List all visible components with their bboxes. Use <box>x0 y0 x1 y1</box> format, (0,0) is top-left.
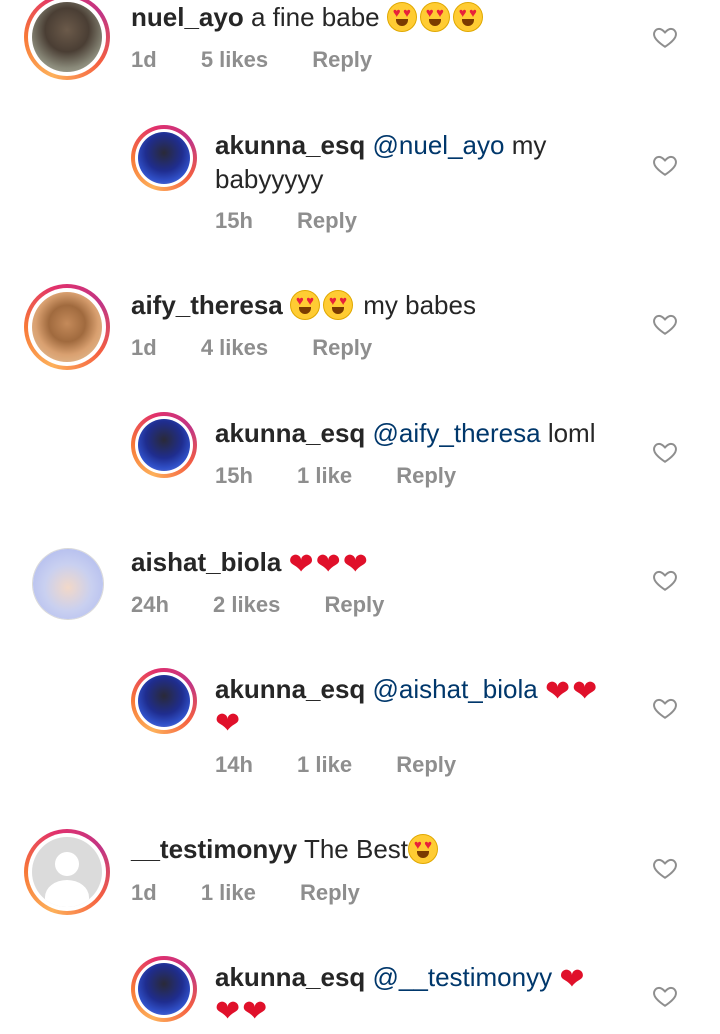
avatar[interactable] <box>131 956 197 1022</box>
red-heart-emoji: ❤ <box>215 707 243 740</box>
comment-time: 1d <box>131 880 157 905</box>
red-heart-emoji: ❤❤ <box>215 995 270 1028</box>
likes-count[interactable]: 4 likes <box>201 335 268 361</box>
like-heart-icon[interactable] <box>652 152 678 178</box>
comment-body: my <box>511 130 547 160</box>
username[interactable]: akunna_esq <box>215 674 365 704</box>
like-heart-icon[interactable] <box>652 855 678 881</box>
like-heart-icon[interactable] <box>652 983 678 1009</box>
heart-eyes-emoji <box>408 834 441 864</box>
mention-link[interactable]: @__testimonyy <box>373 962 553 992</box>
likes-count[interactable]: 5 likes <box>201 47 268 73</box>
reply-button[interactable]: Reply <box>312 47 372 73</box>
comment-time: 15h <box>215 463 253 488</box>
comment-body: my babes <box>363 290 476 320</box>
avatar[interactable] <box>24 0 110 80</box>
like-heart-icon[interactable] <box>652 695 678 721</box>
like-heart-icon[interactable] <box>652 439 678 465</box>
likes-count[interactable]: 2 likes <box>213 592 280 618</box>
avatar[interactable] <box>32 548 104 620</box>
comment-text: nuel_ayo a fine babe <box>131 0 486 34</box>
heart-eyes-emoji <box>290 290 356 320</box>
username[interactable]: aify_theresa <box>131 290 283 320</box>
username[interactable]: nuel_ayo <box>131 2 244 32</box>
username[interactable]: akunna_esq <box>215 130 365 160</box>
avatar[interactable] <box>131 125 197 191</box>
likes-count[interactable]: 1 like <box>201 880 256 906</box>
comment-body: loml <box>547 418 596 448</box>
likes-count[interactable]: 1 like <box>297 463 352 489</box>
avatar[interactable] <box>24 284 110 370</box>
comment-body-line2: babyyyyy <box>215 164 324 194</box>
username[interactable]: akunna_esq <box>215 418 365 448</box>
red-heart-emoji: ❤❤❤ <box>288 548 370 581</box>
reply-button[interactable]: Reply <box>300 880 360 906</box>
comment-time: 1d <box>131 47 157 72</box>
reply-button[interactable]: Reply <box>312 335 372 361</box>
avatar[interactable] <box>131 412 197 478</box>
comment-time: 14h <box>215 752 253 777</box>
avatar[interactable] <box>24 829 110 915</box>
mention-link[interactable]: @aishat_biola <box>373 674 538 704</box>
reply-button[interactable]: Reply <box>297 208 357 234</box>
username[interactable]: aishat_biola <box>131 547 281 577</box>
username[interactable]: akunna_esq <box>215 962 365 992</box>
like-heart-icon[interactable] <box>652 311 678 337</box>
mention-link[interactable]: @aify_theresa <box>373 418 541 448</box>
comment-time: 24h <box>131 592 169 617</box>
comment-body: The Best <box>303 834 409 864</box>
like-heart-icon[interactable] <box>652 24 678 50</box>
mention-link[interactable]: @nuel_ayo <box>373 130 505 160</box>
red-heart-emoji: ❤ <box>559 963 587 996</box>
reply-button[interactable]: Reply <box>396 463 456 489</box>
like-heart-icon[interactable] <box>652 567 678 593</box>
red-heart-emoji: ❤❤ <box>544 675 600 708</box>
reply-button[interactable]: Reply <box>396 752 456 778</box>
comment-time: 15h <box>215 208 253 233</box>
comment-time: 1d <box>131 335 157 360</box>
comment-body: a fine babe <box>250 2 380 32</box>
username[interactable]: __testimonyy <box>131 834 297 864</box>
likes-count[interactable]: 1 like <box>297 752 352 778</box>
heart-eyes-emoji <box>386 2 486 32</box>
reply-button[interactable]: Reply <box>324 592 384 618</box>
avatar[interactable] <box>131 668 197 734</box>
